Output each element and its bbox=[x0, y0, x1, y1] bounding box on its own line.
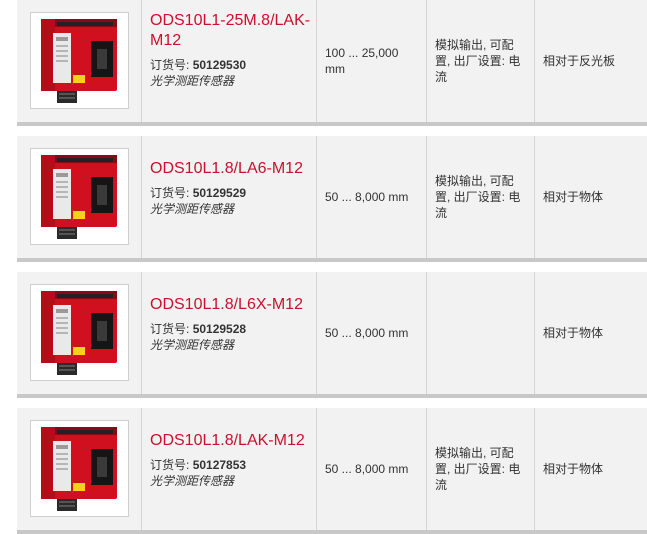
product-image[interactable] bbox=[30, 12, 129, 109]
reference-cell: 相对于反光板 bbox=[535, 0, 647, 122]
sensor-photo-icon bbox=[41, 427, 117, 511]
measurement-range-cell: 50 ... 8,000 mm bbox=[317, 408, 427, 530]
product-name-link[interactable]: ODS10L1.8/L6X-M12 bbox=[150, 295, 315, 315]
product-info-cell: ODS10L1-25M.8/LAK-M12 订货号: 50129530 光学测距… bbox=[142, 0, 317, 122]
reference-type: 相对于物体 bbox=[543, 190, 604, 204]
product-type: 光学测距传感器 bbox=[150, 202, 235, 216]
product-image-cell bbox=[17, 408, 142, 530]
measurement-range: 50 ... 8,000 mm bbox=[325, 326, 409, 340]
product-info-cell: ODS10L1.8/L6X-M12 订货号: 50129528 光学测距传感器 bbox=[142, 272, 317, 394]
output-cell: 模拟输出, 可配置, 出厂设置: 电流 bbox=[427, 0, 535, 122]
product-image[interactable] bbox=[30, 284, 129, 381]
output-cell: 模拟输出, 可配置, 出厂设置: 电流 bbox=[427, 408, 535, 530]
output-description: 模拟输出, 可配置, 出厂设置: 电流 bbox=[435, 174, 521, 220]
product-image[interactable] bbox=[30, 420, 129, 517]
product-type: 光学测距传感器 bbox=[150, 74, 235, 88]
measurement-range: 100 ... 25,000 mm bbox=[325, 46, 399, 76]
order-number: 订货号: 50129529 bbox=[150, 186, 247, 200]
product-name-link[interactable]: ODS10L1-25M.8/LAK-M12 bbox=[150, 11, 315, 51]
product-row[interactable]: ODS10L1.8/LA6-M12 订货号: 50129529 光学测距传感器 … bbox=[17, 136, 647, 262]
output-cell: 模拟输出, 可配置, 出厂设置: 电流 bbox=[427, 136, 535, 258]
output-description: 模拟输出, 可配置, 出厂设置: 电流 bbox=[435, 38, 521, 84]
product-type: 光学测距传感器 bbox=[150, 338, 235, 352]
reference-cell: 相对于物体 bbox=[535, 408, 647, 530]
output-description: 模拟输出, 可配置, 出厂设置: 电流 bbox=[435, 446, 521, 492]
measurement-range: 50 ... 8,000 mm bbox=[325, 462, 409, 476]
product-type: 光学测距传感器 bbox=[150, 474, 235, 488]
reference-type: 相对于物体 bbox=[543, 462, 604, 476]
sensor-photo-icon bbox=[41, 155, 117, 239]
product-row[interactable]: ODS10L1.8/L6X-M12 订货号: 50129528 光学测距传感器 … bbox=[17, 272, 647, 398]
product-info-cell: ODS10L1.8/LAK-M12 订货号: 50127853 光学测距传感器 bbox=[142, 408, 317, 530]
order-number: 订货号: 50127853 bbox=[150, 458, 247, 472]
order-number: 订货号: 50129530 bbox=[150, 58, 247, 72]
output-cell bbox=[427, 272, 535, 394]
sensor-photo-icon bbox=[41, 19, 117, 103]
product-row[interactable]: ODS10L1.8/LAK-M12 订货号: 50127853 光学测距传感器 … bbox=[17, 408, 647, 534]
reference-cell: 相对于物体 bbox=[535, 272, 647, 394]
product-image-cell bbox=[17, 272, 142, 394]
measurement-range-cell: 50 ... 8,000 mm bbox=[317, 136, 427, 258]
measurement-range-cell: 50 ... 8,000 mm bbox=[317, 272, 427, 394]
measurement-range: 50 ... 8,000 mm bbox=[325, 190, 409, 204]
product-image[interactable] bbox=[30, 148, 129, 245]
product-image-cell bbox=[17, 136, 142, 258]
reference-cell: 相对于物体 bbox=[535, 136, 647, 258]
product-info-cell: ODS10L1.8/LA6-M12 订货号: 50129529 光学测距传感器 bbox=[142, 136, 317, 258]
measurement-range-cell: 100 ... 25,000 mm bbox=[317, 0, 427, 122]
product-name-link[interactable]: ODS10L1.8/LAK-M12 bbox=[150, 431, 315, 451]
reference-type: 相对于反光板 bbox=[543, 54, 616, 68]
order-number: 订货号: 50129528 bbox=[150, 322, 247, 336]
product-name-link[interactable]: ODS10L1.8/LA6-M12 bbox=[150, 159, 315, 179]
sensor-photo-icon bbox=[41, 291, 117, 375]
reference-type: 相对于物体 bbox=[543, 326, 604, 340]
product-row[interactable]: ODS10L1-25M.8/LAK-M12 订货号: 50129530 光学测距… bbox=[17, 0, 647, 126]
product-image-cell bbox=[17, 0, 142, 122]
